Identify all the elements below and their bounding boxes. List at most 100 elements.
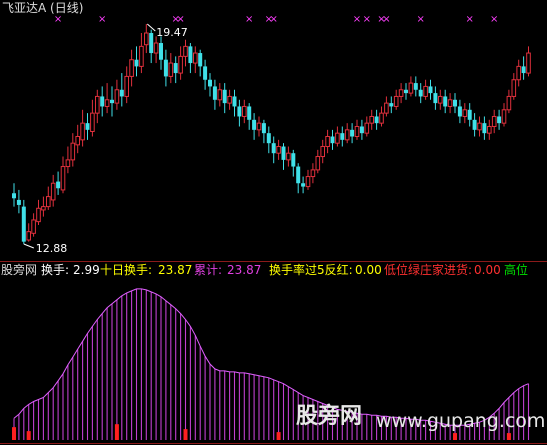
candle-body [80,122,85,141]
cum-value: 23.87 [227,263,262,277]
candle-body [212,86,217,100]
candle-body [472,119,477,130]
top-marker: × [382,14,390,25]
red-flag-bar [183,429,188,440]
red-flag-bar [26,431,31,440]
candle-body [491,115,497,127]
candle-body [438,95,443,104]
candle-body [335,132,340,144]
candle-body [188,46,193,64]
candle-body [203,66,208,80]
red-flag-bar [114,424,119,440]
candle-body [222,89,227,104]
lowpos-label: 低位绿庄家进货: [384,263,473,277]
top-marker: × [98,14,106,25]
candle-body [404,89,408,94]
candle-body [31,219,36,234]
top-marker: × [176,14,184,25]
candle-body [70,142,76,161]
top-marker: × [353,14,361,25]
red-flag-bar [453,433,457,440]
candle-body [359,126,364,134]
candle-body [320,146,325,158]
top-marker: × [54,14,62,25]
candle-body [134,59,139,67]
candle-body [516,65,522,81]
turnover-value: 2.99 [73,263,100,277]
candle-body [526,52,531,74]
candle-body [266,133,271,144]
candle-body [374,116,379,124]
candle-body [467,109,472,120]
candle-body [50,182,56,201]
candle-body [16,199,21,205]
top-marker: × [245,14,253,25]
candle-body [46,196,51,208]
candle-body [418,89,423,97]
candle-body [344,129,350,141]
candle-body [511,79,517,97]
candle-body [178,55,183,74]
candle-body [153,42,159,54]
candle-body [56,181,61,189]
candle-body [12,193,16,199]
watermark-url: www.gupang.com [376,410,546,432]
candle-body [104,99,110,107]
candle-body [163,59,168,77]
candle-body [168,62,174,77]
candle-body [501,109,507,124]
candle-body [65,159,71,168]
candle-body [139,45,144,67]
candle-body [100,96,105,107]
turnover-label: 换手: [41,263,70,277]
candle-body [462,109,468,117]
candle-body [521,66,526,74]
candle-body [354,125,360,138]
cum-label: 累计: [194,263,223,277]
candle-body [247,106,252,120]
candle-body [291,153,296,167]
candle-body [95,95,100,114]
candle-body [129,59,134,77]
candle-body [41,206,46,211]
highpos-label: 高位 [504,263,529,277]
watermark-cn: 股旁网 [296,404,363,429]
candle-body [398,89,404,97]
candle-body [433,93,438,104]
candle-body [315,156,321,171]
over5-value: 0.00 [355,263,382,277]
chart-title: 飞亚达A (日线) [2,1,84,15]
candle-body [252,119,257,130]
candle-body [124,75,130,97]
candle-body [119,89,124,97]
candle-body [506,95,512,111]
red-flag-bar [506,433,511,440]
candle-body [173,63,178,74]
candle-body [369,115,374,124]
candle-body [296,166,301,184]
top-marker: × [270,14,278,25]
candle-body [482,123,487,134]
candle-body [90,112,95,132]
candle-body [350,129,355,137]
candle-body [428,86,433,94]
top-marker: × [417,14,425,25]
candle-body [261,123,266,134]
candle-body [198,53,203,67]
candle-body [364,122,370,134]
candle-body [208,79,212,87]
candle-body [193,52,198,64]
ten-day-value: 23.87 [158,263,193,277]
candle-body [310,169,316,178]
candle-body [379,112,384,124]
candle-body [305,176,311,188]
candle-body [281,146,286,160]
red-flag-bar [12,427,16,440]
chart-canvas: 19.4712.88× × ×× × ×× × × ×× × × × [0,14,547,444]
top-marker: × [466,14,474,25]
candle-body [183,45,188,57]
candle-body [340,133,345,140]
candle-body [393,95,399,107]
candle-body [301,183,306,187]
lowpos-value: 0.00 [474,263,501,277]
